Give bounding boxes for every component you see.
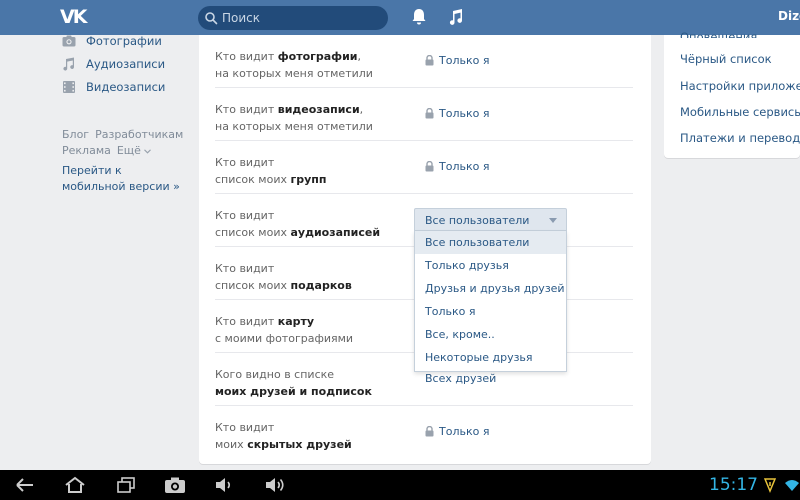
status-clock: 15:17: [709, 475, 758, 495]
right-menu-item-payments[interactable]: Платежи и переводы: [680, 131, 800, 145]
lock-icon: [425, 161, 434, 172]
privacy-value-link[interactable]: Только я: [425, 160, 489, 173]
bell-icon[interactable]: [411, 8, 427, 26]
privacy-row-label: Кто видит моих скрытых друзей: [215, 421, 352, 451]
left-menu-label: Аудиозаписи: [86, 56, 166, 71]
dropdown-option[interactable]: Только я: [415, 300, 566, 323]
left-menu-label: Фотографии: [86, 33, 162, 48]
right-menu-item-mobile-services[interactable]: Мобильные сервисы: [680, 105, 800, 119]
left-menu: Фотографии Аудиозаписи Видеозаписи: [62, 34, 182, 98]
left-menu-label: Видеозаписи: [86, 79, 166, 94]
lock-icon: [425, 108, 434, 119]
privacy-row-label: Кто видит список моих аудиозаписей: [215, 209, 381, 239]
home-icon[interactable]: [64, 476, 86, 494]
user-name[interactable]: Dize: [778, 9, 800, 23]
vk-logo[interactable]: VK: [60, 7, 90, 27]
volume-up-icon[interactable]: [264, 476, 286, 494]
signal-icon: [764, 478, 776, 493]
music-note-icon[interactable]: [448, 8, 464, 26]
privacy-row-label: Кто видит карту с моими фотографиями: [215, 315, 354, 345]
privacy-value-link[interactable]: Только я: [425, 107, 489, 120]
right-menu-item-app-settings[interactable]: Настройки приложений: [680, 79, 800, 93]
privacy-row-label: Кто видит список моих подарков: [215, 262, 352, 292]
privacy-dropdown-menu: Все пользователи Только друзья Друзья и …: [414, 231, 567, 372]
privacy-row-label: Кто видит список моих групп: [215, 156, 327, 186]
dropdown-option[interactable]: Только друзья: [415, 254, 566, 277]
dropdown-option[interactable]: Друзья и друзья друзей: [415, 277, 566, 300]
audio-privacy-select[interactable]: Все пользователи: [414, 208, 567, 231]
caret-down-icon: [549, 218, 557, 223]
privacy-row-label: Кто видит фотографии, на которых меня от…: [215, 50, 373, 80]
dropdown-option[interactable]: Некоторые друзья: [415, 346, 566, 369]
privacy-row: Кто видит моих скрытых друзей Только я: [215, 406, 633, 459]
select-value: Все пользователи: [425, 214, 530, 227]
search-input[interactable]: [222, 6, 382, 30]
wifi-icon: [785, 480, 799, 491]
chevron-down-icon: [144, 148, 151, 154]
footer-links: Блог Разработчикам Реклама Ещё: [62, 127, 192, 159]
search-icon: [205, 12, 218, 25]
search-box[interactable]: [198, 6, 388, 30]
blog-link[interactable]: Блог: [62, 128, 89, 141]
settings-right-menu: Оповещения Чёрный список Настройки прило…: [664, 30, 800, 158]
privacy-row-label: Кого видно в списке моих друзей и подпис…: [215, 368, 372, 398]
privacy-row: Кто видит фотографии, на которых меня от…: [215, 35, 633, 88]
film-icon: [63, 80, 75, 93]
ads-link[interactable]: Реклама: [62, 144, 111, 157]
privacy-row: Кто видит список моих групп Только я: [215, 141, 633, 194]
privacy-row-label: Кто видит видеозаписи, на которых меня о…: [215, 103, 373, 133]
right-menu-item-notifications[interactable]: Оповещения: [680, 26, 757, 38]
left-menu-item-video[interactable]: Видеозаписи: [62, 75, 182, 98]
volume-down-icon[interactable]: [214, 476, 234, 494]
left-menu-item-audio[interactable]: Аудиозаписи: [62, 52, 182, 75]
screenshot-camera-icon[interactable]: [164, 476, 186, 494]
lock-icon: [425, 426, 434, 437]
right-menu-item-blacklist[interactable]: Чёрный список: [680, 52, 772, 66]
privacy-value-link[interactable]: Только я: [425, 54, 489, 67]
lock-icon: [425, 55, 434, 66]
music-note-icon: [63, 57, 75, 71]
dropdown-option[interactable]: Все, кроме..: [415, 323, 566, 346]
mobile-version-link[interactable]: Перейти к мобильной версии »: [62, 163, 182, 195]
more-link[interactable]: Ещё: [117, 144, 151, 157]
more-label: Ещё: [116, 144, 141, 157]
developers-link[interactable]: Разработчикам: [95, 128, 183, 141]
privacy-row: Кто видит видеозаписи, на которых меня о…: [215, 88, 633, 141]
left-menu-item-photos[interactable]: Фотографии: [62, 29, 182, 52]
camera-icon: [62, 35, 76, 46]
recent-apps-icon[interactable]: [116, 476, 136, 494]
android-nav-bar: [0, 470, 800, 500]
privacy-value-link[interactable]: Всех друзей: [425, 372, 496, 385]
privacy-value-link[interactable]: Только я: [425, 425, 489, 438]
back-icon[interactable]: [14, 476, 36, 494]
dropdown-option[interactable]: Все пользователи: [415, 231, 566, 254]
